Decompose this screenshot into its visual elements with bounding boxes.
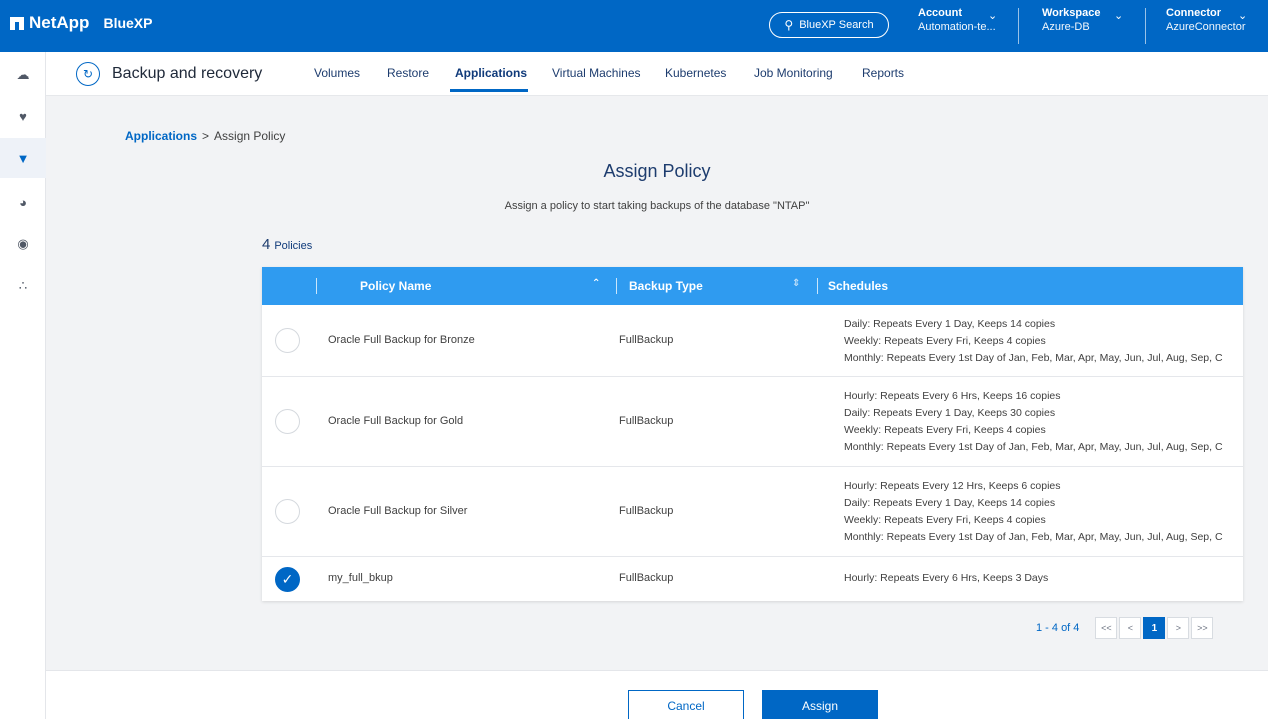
table-row[interactable]: ✓ my_full_bkup FullBackup Hourly: Repeat… xyxy=(262,557,1243,601)
select-radio[interactable] xyxy=(275,409,300,434)
policy-count: 4 Policies xyxy=(262,236,312,254)
cancel-button[interactable]: Cancel xyxy=(628,690,744,719)
shield-icon[interactable]: ▼ xyxy=(0,138,46,178)
column-divider xyxy=(316,278,317,294)
brand-name: NetApp xyxy=(29,13,90,32)
connector-value: AzureConnector xyxy=(1166,21,1246,33)
checkmark-icon[interactable]: ✓ xyxy=(275,567,300,592)
sort-icon[interactable]: ⇕ xyxy=(792,278,800,289)
chevron-down-icon: ⌄ xyxy=(1114,10,1124,22)
search-icon: ⚲ xyxy=(784,18,794,32)
service-title: Backup and recovery xyxy=(112,65,263,82)
action-footer: Cancel Assign xyxy=(46,670,1268,719)
main-content: Applications > Assign Policy Assign Policy… xyxy=(46,96,1268,661)
breadcrumb-current: Assign Policy xyxy=(214,129,286,143)
page-subtitle: Assign a policy to start taking backups … xyxy=(504,200,810,212)
schedule-line: Daily: Repeats Every 1 Day, Keeps 30 cop… xyxy=(844,407,1056,419)
gauge-icon[interactable]: ◕ xyxy=(0,182,46,222)
select-radio[interactable] xyxy=(275,328,300,353)
pagination-range: 1 - 4 of 4 xyxy=(1036,622,1080,634)
backup-type: FullBackup xyxy=(619,415,674,427)
connector-dropdown[interactable]: Connector AzureConnector ⌄ xyxy=(1166,6,1262,46)
schedules: Hourly: Repeats Every 12 Hrs, Keeps 6 co… xyxy=(844,478,1239,546)
schedules: Hourly: Repeats Every 6 Hrs, Keeps 3 Day… xyxy=(844,570,1239,587)
policy-table: Policy Name ⌃ Backup Type ⇕ Schedules Or… xyxy=(262,267,1243,601)
table-row[interactable]: Oracle Full Backup for Bronze FullBackup… xyxy=(262,305,1243,377)
column-divider xyxy=(817,278,818,294)
policy-name: Oracle Full Backup for Gold xyxy=(328,415,464,427)
app-name: BlueXP xyxy=(103,15,153,31)
schedule-line: Hourly: Repeats Every 6 Hrs, Keeps 3 Day… xyxy=(844,572,1049,584)
policy-name: my_full_bkup xyxy=(328,572,393,584)
policy-count-number: 4 xyxy=(262,236,271,253)
tab-reports[interactable]: Reports xyxy=(862,66,904,80)
netapp-logo[interactable]: NetApp xyxy=(10,13,89,33)
schedules: Daily: Repeats Every 1 Day, Keeps 14 cop… xyxy=(844,316,1239,367)
shield-heart-icon[interactable]: ♥ xyxy=(0,96,46,136)
cloud-backup-icon: ↻ xyxy=(76,62,100,86)
backup-type: FullBackup xyxy=(619,572,674,584)
column-header-policy-name[interactable]: Policy Name xyxy=(360,279,431,293)
target-icon[interactable]: ◉ xyxy=(0,224,46,264)
column-header-schedules: Schedules xyxy=(828,279,889,293)
schedules: Hourly: Repeats Every 6 Hrs, Keeps 16 co… xyxy=(844,388,1239,456)
schedule-line: Weekly: Repeats Every Fri, Keeps 4 copie… xyxy=(844,335,1046,347)
next-page-button[interactable]: > xyxy=(1167,617,1190,639)
cloud-icon[interactable]: ☁ xyxy=(0,55,46,95)
account-dropdown[interactable]: Account Automation-te... ⌄ xyxy=(918,6,1002,46)
workspace-dropdown[interactable]: Workspace Azure-DB ⌄ xyxy=(1042,6,1132,46)
table-row[interactable]: Oracle Full Backup for Gold FullBackup H… xyxy=(262,377,1243,467)
brand: NetApp BlueXP xyxy=(10,13,152,33)
schedule-line: Daily: Repeats Every 1 Day, Keeps 14 cop… xyxy=(844,318,1056,330)
breadcrumb: Applications > Assign Policy xyxy=(125,129,285,143)
tab-job-monitoring[interactable]: Job Monitoring xyxy=(754,66,833,80)
schedule-line: Hourly: Repeats Every 12 Hrs, Keeps 6 co… xyxy=(844,480,1061,492)
tab-virtual-machines[interactable]: Virtual Machines xyxy=(552,66,641,80)
schedule-line: Weekly: Repeats Every Fri, Keeps 4 copie… xyxy=(844,514,1046,526)
tab-volumes[interactable]: Volumes xyxy=(314,66,360,80)
schedule-line: Monthly: Repeats Every 1st Day of Jan, F… xyxy=(844,531,1223,543)
page-title: Assign Policy xyxy=(603,161,711,181)
breadcrumb-separator: > xyxy=(202,129,210,143)
policy-name: Oracle Full Backup for Silver xyxy=(328,505,468,517)
share-nodes-icon[interactable]: ∴ xyxy=(0,266,46,306)
backup-type: FullBackup xyxy=(619,505,674,517)
active-tab-indicator xyxy=(450,89,528,92)
page-1-button[interactable]: 1 xyxy=(1143,617,1166,639)
schedule-line: Monthly: Repeats Every 1st Day of Jan, F… xyxy=(844,352,1223,364)
prev-page-button[interactable]: < xyxy=(1119,617,1142,639)
connector-title: Connector xyxy=(1166,7,1221,19)
backup-type: FullBackup xyxy=(619,334,674,346)
tab-kubernetes[interactable]: Kubernetes xyxy=(665,66,726,80)
last-page-button[interactable]: >> xyxy=(1191,617,1214,639)
tab-restore[interactable]: Restore xyxy=(387,66,429,80)
table-row[interactable]: Oracle Full Backup for Silver FullBackup… xyxy=(262,467,1243,557)
schedule-line: Hourly: Repeats Every 6 Hrs, Keeps 16 co… xyxy=(844,390,1061,402)
schedule-line: Monthly: Repeats Every 1st Day of Jan, F… xyxy=(844,441,1223,453)
netapp-logo-icon xyxy=(10,16,25,30)
service-nav: ↻ Backup and recovery Volumes Restore Ap… xyxy=(46,52,1268,96)
divider xyxy=(1018,8,1019,44)
left-rail: ☁ ♥ ▼ ◕ ◉ ∴ xyxy=(0,52,46,719)
divider xyxy=(1145,8,1146,44)
column-divider xyxy=(616,278,617,294)
bluexp-search-button[interactable]: ⚲ BlueXP Search xyxy=(769,12,889,38)
pagination: 1 - 4 of 4 << < 1 > >> xyxy=(1036,616,1215,640)
schedule-line: Weekly: Repeats Every Fri, Keeps 4 copie… xyxy=(844,424,1046,436)
breadcrumb-applications-link[interactable]: Applications xyxy=(125,129,197,143)
search-label: BlueXP Search xyxy=(799,19,874,31)
column-header-backup-type[interactable]: Backup Type xyxy=(629,279,703,293)
assign-button[interactable]: Assign xyxy=(762,690,878,719)
tab-applications[interactable]: Applications xyxy=(455,66,527,80)
chevron-down-icon: ⌄ xyxy=(988,10,998,22)
top-bar: NetApp BlueXP ⚲ BlueXP Search Account Au… xyxy=(0,0,1268,52)
schedule-line: Daily: Repeats Every 1 Day, Keeps 14 cop… xyxy=(844,497,1056,509)
chevron-down-icon: ⌄ xyxy=(1238,10,1248,22)
select-radio[interactable] xyxy=(275,499,300,524)
policy-name: Oracle Full Backup for Bronze xyxy=(328,334,475,346)
first-page-button[interactable]: << xyxy=(1095,617,1118,639)
policy-count-label: Policies xyxy=(274,240,313,252)
sort-ascending-icon[interactable]: ⌃ xyxy=(592,278,600,289)
table-header: Policy Name ⌃ Backup Type ⇕ Schedules xyxy=(262,267,1243,305)
